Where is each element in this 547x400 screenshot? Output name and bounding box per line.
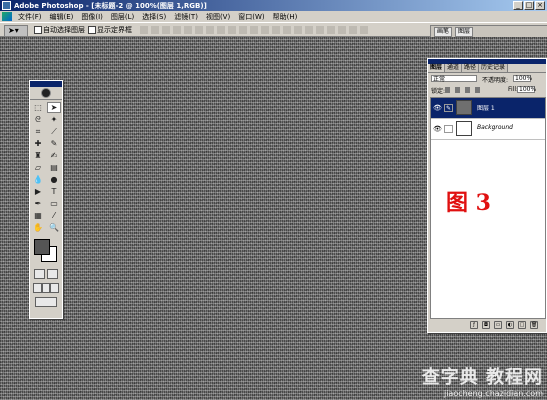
menu-bar: 文件(F) 编辑(E) 图像(I) 图层(L) 选择(S) 滤镜(T) 视图(V… (0, 11, 547, 22)
standard-screen-icon[interactable] (33, 283, 42, 293)
toolbox-header (30, 87, 62, 100)
layers-panel-footer: ƒ ◘ ▭ ◐ □ 🗑 (430, 321, 544, 330)
blend-mode-select[interactable]: 正常 (431, 75, 477, 83)
tab-history[interactable]: 历史记录 (479, 64, 509, 72)
maximize-button[interactable]: □ (524, 1, 534, 10)
imageready-jump-icon[interactable] (35, 297, 57, 307)
eyedropper-tool-icon[interactable]: ⁄ (47, 210, 61, 221)
foreground-color-swatch[interactable] (34, 239, 50, 255)
lasso-tool-icon[interactable]: ᘓ (31, 114, 45, 125)
delete-layer-icon[interactable]: 🗑 (530, 321, 538, 329)
full-screen-icon[interactable] (50, 283, 60, 293)
move-tool-icon[interactable]: ➤ (47, 102, 61, 113)
menu-layer[interactable]: 图层(L) (107, 12, 138, 22)
standard-mode-icon[interactable] (34, 269, 45, 279)
gradient-tool-icon[interactable]: ▤ (47, 162, 61, 173)
menu-image[interactable]: 图像(I) (77, 12, 107, 22)
tab-channels[interactable]: 通道 (445, 64, 463, 72)
jump-to-imageready (30, 295, 62, 309)
layers-panel-tabs: 图层 通道 路径 历史记录 (428, 64, 546, 73)
layer-mask-icon[interactable]: ◘ (482, 321, 490, 329)
color-swatches (30, 237, 62, 265)
mask-mode-buttons (30, 267, 62, 281)
notes-tool-icon[interactable]: ▦ (31, 210, 45, 221)
path-selection-tool-icon[interactable]: ▶ (31, 186, 45, 197)
palette-well-tab-brushes[interactable]: 画笔 (434, 27, 453, 37)
options-bar: ➤▾ 自动选择图层 显示定界框 画笔 图层 (0, 22, 547, 38)
window-controls: _ □ × (513, 1, 545, 10)
layer-row-background[interactable]: 👁 Background (431, 119, 545, 140)
dodge-tool-icon[interactable]: ● (47, 174, 61, 185)
menu-select[interactable]: 选择(S) (138, 12, 170, 22)
lock-icons[interactable] (445, 87, 485, 93)
screen-mode-buttons (30, 281, 62, 295)
blend-opacity-row: 正常 不透明度: 100% (428, 73, 546, 84)
menu-view[interactable]: 视图(V) (202, 12, 234, 22)
align-buttons-disabled (140, 26, 370, 34)
visibility-eye-icon[interactable]: 👁 (433, 125, 442, 133)
new-set-icon[interactable]: ▭ (494, 321, 502, 329)
tab-paths[interactable]: 路径 (462, 64, 480, 72)
type-tool-icon[interactable]: T (47, 186, 61, 197)
watermark: 查字典 教程网 jiaocheng.chazidian.com (422, 363, 543, 398)
photoshop-menu-icon[interactable] (2, 12, 12, 21)
brush-tool-icon[interactable]: ✎ (47, 138, 61, 149)
layer-thumbnail (456, 100, 472, 115)
layer-style-icon[interactable]: ƒ (470, 321, 478, 329)
tool-grid: ⬚ ➤ ᘓ ✦ ⌗ ⟋ ✚ ✎ ♜ ✍ ▱ ▤ 💧 ● ▶ T ✒ ▭ ▦ ⁄ … (30, 100, 62, 235)
opacity-input[interactable]: 100% (513, 75, 532, 82)
blur-tool-icon[interactable]: 💧 (31, 174, 45, 185)
tab-layers[interactable]: 图层 (428, 64, 446, 72)
close-button[interactable]: × (535, 1, 545, 10)
menu-filter[interactable]: 滤镜(T) (170, 12, 202, 22)
slice-tool-icon[interactable]: ⟋ (47, 126, 61, 137)
link-icon[interactable] (444, 125, 453, 133)
menu-edit[interactable]: 编辑(E) (46, 12, 78, 22)
menu-window[interactable]: 窗口(W) (234, 12, 268, 22)
opacity-label: 不透明度: (482, 77, 509, 84)
figure-annotation: 图 3 (446, 190, 491, 216)
watermark-main-text: 查字典 教程网 (421, 367, 543, 388)
palette-well-tab-layers[interactable]: 图层 (455, 27, 474, 37)
layer-row-layer-1[interactable]: 👁 ✎ 图层 1 (431, 98, 545, 119)
layer-name: 图层 1 (477, 105, 495, 112)
show-bounds-checkbox[interactable] (88, 26, 96, 34)
pen-tool-icon[interactable]: ✒ (31, 198, 45, 209)
window-title: Adobe Photoshop - [未标题-2 @ 100%(图层 1,RGB… (14, 2, 207, 10)
healing-brush-tool-icon[interactable]: ✚ (31, 138, 45, 149)
auto-select-checkbox[interactable] (34, 26, 42, 34)
lock-fill-row: 锁定: Fill: 100% (428, 84, 546, 95)
fill-input[interactable]: 100% (517, 86, 536, 93)
brush-paint-icon[interactable]: ✎ (444, 104, 453, 112)
toolbox: ⬚ ➤ ᘓ ✦ ⌗ ⟋ ✚ ✎ ♜ ✍ ▱ ▤ 💧 ● ▶ T ✒ ▭ ▦ ⁄ … (29, 80, 63, 319)
shape-tool-icon[interactable]: ▭ (47, 198, 61, 209)
layer-thumbnail (456, 121, 472, 136)
menu-help[interactable]: 帮助(H) (269, 12, 302, 22)
title-bar: Adobe Photoshop - [未标题-2 @ 100%(图层 1,RGB… (0, 0, 547, 11)
eraser-tool-icon[interactable]: ▱ (31, 162, 45, 173)
adjustment-layer-icon[interactable]: ◐ (506, 321, 514, 329)
photoshop-app-icon (2, 1, 11, 10)
clone-stamp-tool-icon[interactable]: ♜ (31, 150, 45, 161)
visibility-eye-icon[interactable]: 👁 (433, 104, 442, 112)
history-brush-tool-icon[interactable]: ✍ (47, 150, 61, 161)
quick-mask-mode-icon[interactable] (47, 269, 58, 279)
watermark-url: jiaocheng.chazidian.com (443, 389, 543, 398)
auto-select-label: 自动选择图层 (43, 26, 85, 34)
move-tool-icon: ➤▾ (8, 26, 19, 35)
marquee-tool-icon[interactable]: ⬚ (31, 102, 45, 113)
tool-preset-picker[interactable]: ➤▾ (4, 25, 28, 37)
crop-tool-icon[interactable]: ⌗ (31, 126, 45, 137)
lock-label: 锁定: (431, 88, 446, 95)
hand-tool-icon[interactable]: ✋ (31, 222, 45, 233)
zoom-tool-icon[interactable]: 🔍 (47, 222, 61, 233)
new-layer-icon[interactable]: □ (518, 321, 526, 329)
magic-wand-tool-icon[interactable]: ✦ (47, 114, 61, 125)
photoshop-eye-logo-icon[interactable] (41, 88, 51, 98)
minimize-button[interactable]: _ (513, 1, 523, 10)
show-bounds-label: 显示定界框 (97, 26, 132, 34)
layer-name: Background (477, 124, 513, 131)
full-screen-menu-icon[interactable] (41, 283, 51, 293)
menu-file[interactable]: 文件(F) (14, 12, 46, 22)
